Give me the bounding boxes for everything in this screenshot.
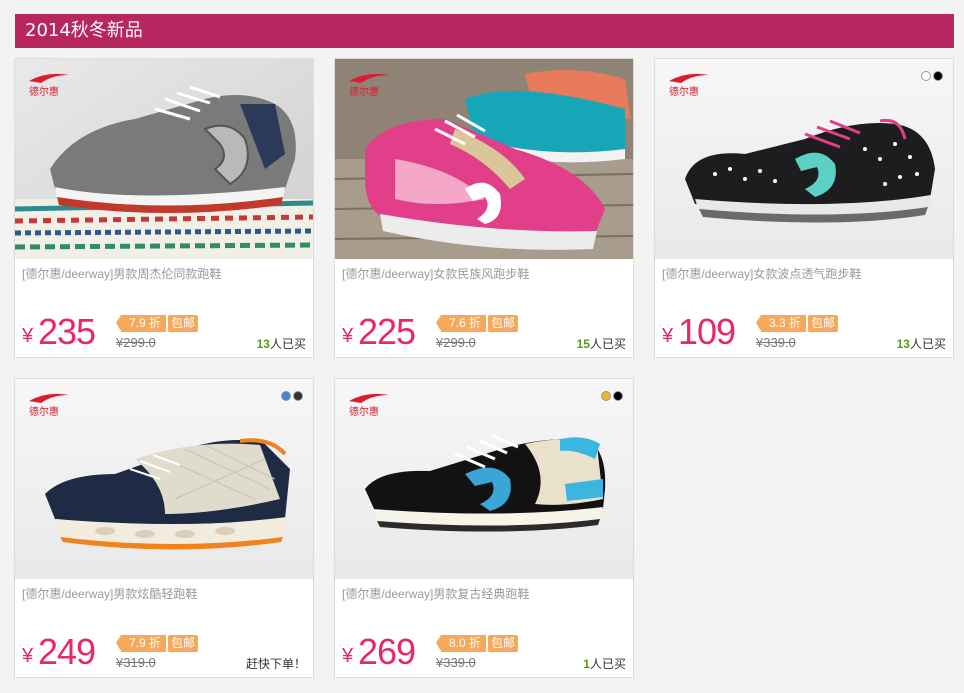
currency-symbol: ¥ — [342, 325, 354, 347]
price-row: ¥ 269 8.0 折 包邮 ¥339.0 1人已买 — [342, 629, 626, 673]
currency-symbol: ¥ — [22, 645, 34, 667]
color-option-blue[interactable] — [281, 391, 291, 401]
section-title-bar: 2014秋冬新品 — [15, 14, 954, 48]
color-option-black[interactable] — [613, 391, 623, 401]
brand-logo-text: 德尔惠 — [29, 405, 59, 418]
color-option-black[interactable] — [933, 71, 943, 81]
currency-symbol: ¥ — [342, 645, 354, 667]
product-price: 225 — [358, 311, 416, 352]
hurry-label: 赶快下单！ — [245, 657, 306, 671]
product-title[interactable]: [德尔惠/deerway]女款波点透气跑步鞋 — [662, 265, 861, 282]
brand-logo-text: 德尔惠 — [349, 405, 379, 418]
brand-logo: 德尔惠 — [347, 391, 391, 419]
original-price: ¥319.0 — [116, 655, 156, 670]
price-row: ¥ 249 7.9 折 包邮 ¥319.0 赶快下单！ — [22, 629, 306, 673]
discount-rate: 8.0 折 — [435, 635, 487, 652]
free-shipping-badge: 包邮 — [488, 635, 519, 652]
original-price: ¥339.0 — [436, 655, 476, 670]
color-option-yellow[interactable] — [601, 391, 611, 401]
original-price: ¥339.0 — [756, 335, 796, 350]
product-price: 109 — [678, 311, 736, 352]
discount-badge: 7.9 折 包邮 — [115, 315, 199, 332]
sold-suffix: 人已买 — [909, 337, 946, 351]
brand-logo: 德尔惠 — [27, 71, 71, 99]
product-title[interactable]: [德尔惠/deerway]男款复古经典跑鞋 — [342, 585, 529, 602]
product-price: 249 — [38, 631, 96, 672]
currency-symbol: ¥ — [22, 325, 34, 347]
product-title[interactable]: [德尔惠/deerway]男款周杰伦同款跑鞋 — [22, 265, 221, 282]
sold-info: 13人已买 — [257, 335, 306, 352]
brand-logo: 德尔惠 — [347, 71, 391, 99]
discount-rate: 7.9 折 — [115, 635, 167, 652]
discount-rate: 3.3 折 — [755, 315, 807, 332]
product-price: 235 — [38, 311, 96, 352]
brand-logo: 德尔惠 — [27, 391, 71, 419]
brand-logo-text: 德尔惠 — [669, 85, 699, 98]
sold-info: 1人已买 — [583, 655, 626, 672]
price-row: ¥ 235 7.9 折 包邮 ¥299.0 13人已买 — [22, 309, 306, 353]
product-card[interactable]: 德尔惠 [德尔惠/deerway]男款炫酷轻跑鞋 ¥ 249 7.9 折 包邮 … — [14, 378, 314, 678]
product-card[interactable]: 德尔惠 [德尔惠/deerway]女款波点透气跑步鞋 ¥ 109 3.3 折 包… — [654, 58, 954, 358]
free-shipping-badge: 包邮 — [808, 315, 839, 332]
sold-suffix: 人已买 — [269, 337, 306, 351]
price-row: ¥ 225 7.6 折 包邮 ¥299.0 15人已买 — [342, 309, 626, 353]
discount-badge: 7.6 折 包邮 — [435, 315, 519, 332]
free-shipping-badge: 包邮 — [488, 315, 519, 332]
sold-suffix: 人已买 — [589, 337, 626, 351]
product-card[interactable]: 德尔惠 [德尔惠/deerway]女款民族风跑步鞋 ¥ 225 7.6 折 包邮… — [334, 58, 634, 358]
product-title[interactable]: [德尔惠/deerway]女款民族风跑步鞋 — [342, 265, 529, 282]
brand-logo: 德尔惠 — [667, 71, 711, 99]
product-card[interactable]: 德尔惠 [德尔惠/deerway]男款周杰伦同款跑鞋 ¥ 235 7.9 折 包… — [14, 58, 314, 358]
section-title: 2014秋冬新品 — [25, 20, 143, 41]
free-shipping-badge: 包邮 — [168, 315, 199, 332]
price-row: ¥ 109 3.3 折 包邮 ¥339.0 13人已买 — [662, 309, 946, 353]
sold-suffix: 人已买 — [589, 657, 626, 671]
discount-badge: 7.9 折 包邮 — [115, 635, 199, 652]
discount-rate: 7.6 折 — [435, 315, 487, 332]
sold-count: 13 — [896, 337, 910, 351]
free-shipping-badge: 包邮 — [168, 635, 199, 652]
color-options — [601, 391, 623, 401]
product-image[interactable]: 德尔惠 — [335, 379, 633, 579]
original-price: ¥299.0 — [436, 335, 476, 350]
product-image[interactable]: 德尔惠 — [15, 59, 313, 259]
sold-info: 13人已买 — [897, 335, 946, 352]
color-option-black[interactable] — [293, 391, 303, 401]
brand-logo-text: 德尔惠 — [349, 85, 379, 98]
product-image[interactable]: 德尔惠 — [15, 379, 313, 579]
discount-rate: 7.9 折 — [115, 315, 167, 332]
product-image[interactable]: 德尔惠 — [335, 59, 633, 259]
discount-badge: 3.3 折 包邮 — [755, 315, 839, 332]
color-option-white[interactable] — [921, 71, 931, 81]
sold-info: 15人已买 — [577, 335, 626, 352]
sold-count: 13 — [256, 337, 270, 351]
product-card[interactable]: 德尔惠 [德尔惠/deerway]男款复古经典跑鞋 ¥ 269 8.0 折 包邮… — [334, 378, 634, 678]
color-options — [921, 71, 943, 81]
product-image[interactable]: 德尔惠 — [655, 59, 953, 259]
sold-count: 1 — [583, 657, 590, 671]
original-price: ¥299.0 — [116, 335, 156, 350]
discount-badge: 8.0 折 包邮 — [435, 635, 519, 652]
currency-symbol: ¥ — [662, 325, 674, 347]
sold-count: 15 — [576, 337, 590, 351]
product-price: 269 — [358, 631, 416, 672]
color-options — [281, 391, 303, 401]
product-title[interactable]: [德尔惠/deerway]男款炫酷轻跑鞋 — [22, 585, 197, 602]
brand-logo-text: 德尔惠 — [29, 85, 59, 98]
